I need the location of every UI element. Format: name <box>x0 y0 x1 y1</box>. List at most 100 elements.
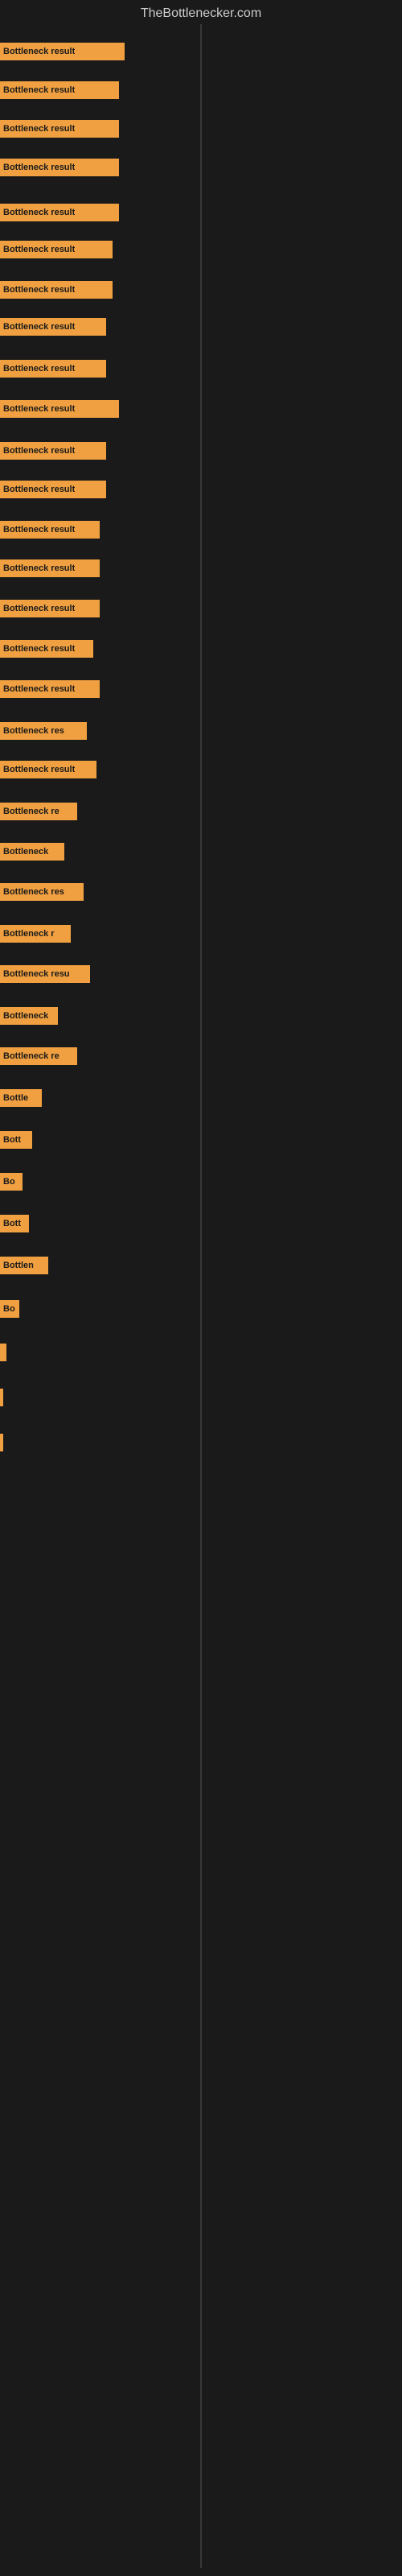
bottleneck-bar: Bo <box>0 1300 19 1318</box>
bottleneck-bar: Bottleneck result <box>0 640 93 658</box>
bar-row: Bottleneck result <box>0 597 402 620</box>
bottleneck-bar: Bottleneck result <box>0 400 119 418</box>
bottleneck-bar: Bottleneck result <box>0 241 113 258</box>
bar-row: Bottleneck resu <box>0 963 402 985</box>
bottleneck-bar: Bottlen <box>0 1257 48 1274</box>
bar-label: Bottleneck result <box>3 245 75 254</box>
bar-row: Bottleneck result <box>0 638 402 660</box>
bar-label: Bottleneck result <box>3 684 75 694</box>
bar-row: Bottleneck <box>0 840 402 863</box>
bar-row: Bottleneck result <box>0 518 402 541</box>
bar-label: Bott <box>3 1135 21 1145</box>
bar-label: Bottleneck result <box>3 604 75 613</box>
bottleneck-bar: Bottleneck result <box>0 159 119 176</box>
bar-row: Bottleneck re <box>0 1045 402 1067</box>
bottleneck-bar: Bottleneck <box>0 843 64 861</box>
chart-area: Bottleneck result Bottleneck result Bottle… <box>0 24 402 2568</box>
bar-row <box>0 1431 402 1454</box>
bar-label: Bottleneck result <box>3 765 75 774</box>
bar-label: Bottleneck re <box>3 807 59 816</box>
bar-row: Bo <box>0 1298 402 1320</box>
bar-row: Bottle <box>0 1087 402 1109</box>
bar-label: Bottleneck res <box>3 887 64 897</box>
bottleneck-bar: Bottleneck re <box>0 1047 77 1065</box>
bar-row: Bo <box>0 1170 402 1193</box>
bar-label: Bottleneck re <box>3 1051 59 1061</box>
bar-row: Bottleneck res <box>0 881 402 903</box>
bottleneck-bar: Bottleneck resu <box>0 965 90 983</box>
bar-label: Bottleneck <box>3 847 48 857</box>
bottleneck-bar: Bottleneck result <box>0 43 125 60</box>
bar-label: Bo <box>3 1304 15 1314</box>
bar-label: Bottleneck <box>3 1011 48 1021</box>
bottleneck-bar: Bottleneck result <box>0 318 106 336</box>
bar-label: Bottleneck result <box>3 163 75 172</box>
bottleneck-bar: Bottleneck result <box>0 481 106 498</box>
bar-label: Bottleneck result <box>3 208 75 217</box>
bar-row: Bottleneck result <box>0 398 402 420</box>
bar-label: Bottleneck res <box>3 726 64 736</box>
bar-row <box>0 1386 402 1409</box>
bar-label: Bottleneck result <box>3 85 75 95</box>
bottleneck-bar: Bottle <box>0 1089 42 1107</box>
bar-label: Bottleneck result <box>3 644 75 654</box>
bottleneck-bar: Bott <box>0 1215 29 1232</box>
bottleneck-bar: Bo <box>0 1173 23 1191</box>
bottleneck-bar: Bottleneck res <box>0 722 87 740</box>
bottleneck-bar <box>0 1344 6 1361</box>
bottleneck-bar: Bottleneck r <box>0 925 71 943</box>
bottleneck-bar: Bottleneck result <box>0 559 100 577</box>
bottleneck-bar: Bottleneck result <box>0 120 119 138</box>
bar-row: Bottleneck result <box>0 79 402 101</box>
bar-label: Bottleneck result <box>3 322 75 332</box>
bar-label: Bottleneck r <box>3 929 55 939</box>
bottleneck-bar: Bottleneck result <box>0 680 100 698</box>
bottleneck-bar <box>0 1389 3 1406</box>
bar-row: Bottleneck result <box>0 557 402 580</box>
bar-label: Bottleneck result <box>3 485 75 494</box>
bottleneck-bar: Bottleneck result <box>0 442 106 460</box>
bottleneck-bar: Bott <box>0 1131 32 1149</box>
bar-label: Bottleneck result <box>3 525 75 535</box>
bar-row: Bottleneck result <box>0 440 402 462</box>
bar-row: Bottleneck result <box>0 238 402 261</box>
bar-label: Bottleneck result <box>3 564 75 573</box>
bar-label: Bott <box>3 1219 21 1228</box>
bar-row: Bottleneck result <box>0 201 402 224</box>
bar-label: Bottle <box>3 1093 28 1103</box>
bottleneck-bar: Bottleneck re <box>0 803 77 820</box>
bar-row: Bottleneck result <box>0 357 402 380</box>
bar-row: Bottleneck result <box>0 678 402 700</box>
bar-row: Bottleneck result <box>0 316 402 338</box>
bar-row: Bottleneck result <box>0 118 402 140</box>
bar-label: Bottleneck result <box>3 47 75 56</box>
bar-row: Bottleneck result <box>0 478 402 501</box>
bottleneck-bar: Bottleneck result <box>0 521 100 539</box>
bar-label: Bottleneck result <box>3 285 75 295</box>
bar-label: Bo <box>3 1177 15 1187</box>
bottleneck-bar: Bottleneck res <box>0 883 84 901</box>
bar-row: Bottleneck <box>0 1005 402 1027</box>
bottleneck-bar: Bottleneck result <box>0 81 119 99</box>
bottleneck-bar <box>0 1434 3 1451</box>
bar-row: Bottleneck res <box>0 720 402 742</box>
bar-row: Bottleneck re <box>0 800 402 823</box>
bottleneck-bar: Bottleneck <box>0 1007 58 1025</box>
bar-row: Bottleneck result <box>0 156 402 179</box>
bar-row: Bottleneck r <box>0 923 402 945</box>
bar-row: Bott <box>0 1129 402 1151</box>
site-title: TheBottlenecker.com <box>0 0 402 24</box>
bar-label: Bottleneck result <box>3 364 75 374</box>
bottleneck-bar: Bottleneck result <box>0 600 100 617</box>
bar-row: Bottleneck result <box>0 758 402 781</box>
bar-row: Bottlen <box>0 1254 402 1277</box>
bar-label: Bottleneck result <box>3 404 75 414</box>
bar-label: Bottleneck result <box>3 124 75 134</box>
bottleneck-bar: Bottleneck result <box>0 204 119 221</box>
bar-label: Bottlen <box>3 1261 34 1270</box>
bar-row: Bottleneck result <box>0 279 402 301</box>
bar-label: Bottleneck result <box>3 446 75 456</box>
bar-row: Bott <box>0 1212 402 1235</box>
bar-row: Bottleneck result <box>0 40 402 63</box>
bottleneck-bar: Bottleneck result <box>0 281 113 299</box>
